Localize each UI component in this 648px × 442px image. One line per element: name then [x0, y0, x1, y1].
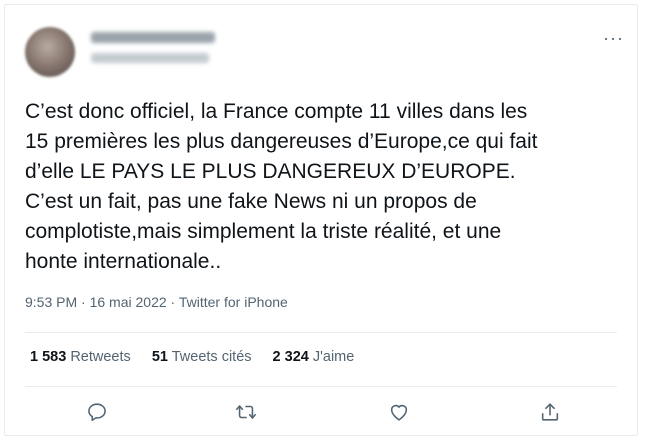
- share-button[interactable]: [537, 399, 563, 425]
- quote-tweets-stat[interactable]: 51 Tweets cités: [152, 349, 252, 365]
- quotes-label: Tweets cités: [171, 349, 252, 365]
- retweet-button[interactable]: [233, 399, 259, 425]
- meta-separator: ·: [170, 294, 176, 310]
- retweets-label: Retweets: [70, 349, 131, 365]
- retweets-count: 1 583: [30, 349, 67, 365]
- tweet-source[interactable]: Twitter for iPhone: [179, 294, 288, 310]
- share-icon: [541, 403, 559, 421]
- heart-icon: [390, 404, 408, 421]
- reply-icon: [88, 403, 106, 422]
- blurred-display-name[interactable]: [91, 32, 215, 43]
- blurred-username[interactable]: [91, 53, 209, 63]
- tweet-stats: 1 583 Retweets 51 Tweets cités 2 324 J'a…: [30, 349, 371, 365]
- reply-button[interactable]: [84, 399, 110, 425]
- tweet-card: ··· C’est donc officiel, la France compt…: [4, 4, 638, 436]
- tweet-date[interactable]: 16 mai 2022: [90, 294, 167, 310]
- like-button[interactable]: [386, 399, 412, 425]
- tweet-time[interactable]: 9:53 PM: [25, 294, 77, 310]
- tweet-meta: 9:53 PM · 16 mai 2022 · Twitter for iPho…: [25, 294, 288, 310]
- quotes-count: 51: [151, 349, 168, 365]
- likes-count: 2 324: [272, 349, 309, 365]
- retweets-stat[interactable]: 1 583 Retweets: [30, 349, 131, 365]
- divider: [25, 386, 617, 387]
- action-bar: [5, 399, 637, 425]
- more-options-icon[interactable]: ···: [603, 29, 624, 47]
- likes-stat[interactable]: 2 324 J'aime: [273, 349, 355, 365]
- meta-separator: ·: [81, 294, 86, 310]
- retweet-icon: [236, 405, 256, 419]
- tweet-text: C’est donc officiel, la France compte 11…: [25, 100, 538, 273]
- avatar[interactable]: [25, 27, 75, 77]
- divider: [25, 332, 617, 333]
- likes-label: J'aime: [312, 349, 355, 365]
